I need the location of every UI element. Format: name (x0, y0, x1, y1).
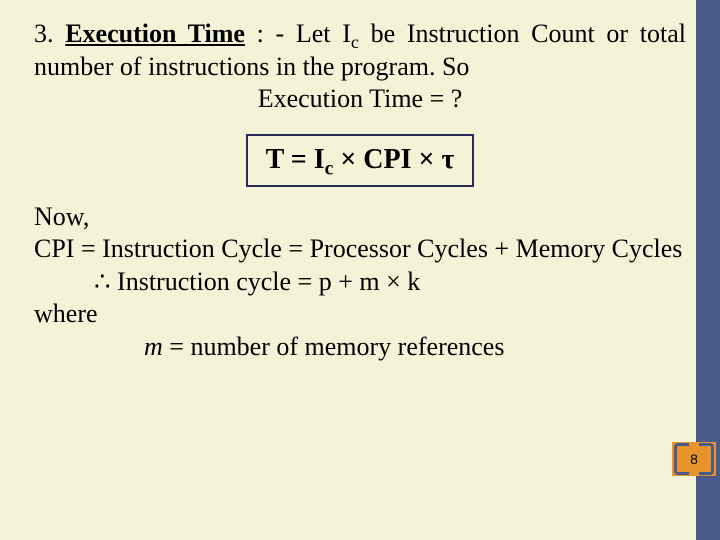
bracket-left-icon (674, 443, 689, 475)
page-number-badge: 8 (672, 442, 716, 476)
title-number: 3. (34, 19, 54, 48)
formula-part-a: T = I (266, 144, 325, 175)
intro-sub-c: c (351, 32, 359, 52)
now-label: Now, (34, 201, 686, 234)
formula-box: T = Ic × CPI × τ (246, 134, 475, 187)
section-title: Execution Time (65, 19, 245, 48)
where-label: where (34, 298, 686, 331)
m-var: m (144, 332, 163, 361)
formula-tau: τ (441, 144, 454, 175)
m-def-text: = number of memory references (163, 332, 505, 361)
title-separator: : - (245, 19, 296, 48)
inst-cycle-text: Instruction cycle = p + m × k (111, 267, 421, 296)
exec-time-q-text: Execution Time = ? (258, 84, 463, 113)
slide-content: 3. Execution Time : - Let Ic be Instruct… (0, 0, 720, 363)
formula-row: T = Ic × CPI × τ (34, 124, 686, 187)
page-number: 8 (690, 451, 698, 467)
bracket-right-icon (699, 443, 714, 475)
m-definition: m = number of memory references (34, 331, 686, 364)
intro-paragraph: 3. Execution Time : - Let Ic be Instruct… (34, 18, 686, 83)
cpi-definition: CPI = Instruction Cycle = Processor Cycl… (34, 233, 686, 266)
intro-text-a: Let I (296, 19, 351, 48)
execution-time-question: Execution Time = ? (34, 83, 686, 116)
instruction-cycle-line: ∴ Instruction cycle = p + m × k (34, 266, 686, 299)
cpi-def-text: CPI = Instruction Cycle = Processor Cycl… (34, 234, 682, 263)
formula-part-b: × CPI × (333, 144, 441, 175)
therefore-symbol: ∴ (94, 267, 111, 296)
